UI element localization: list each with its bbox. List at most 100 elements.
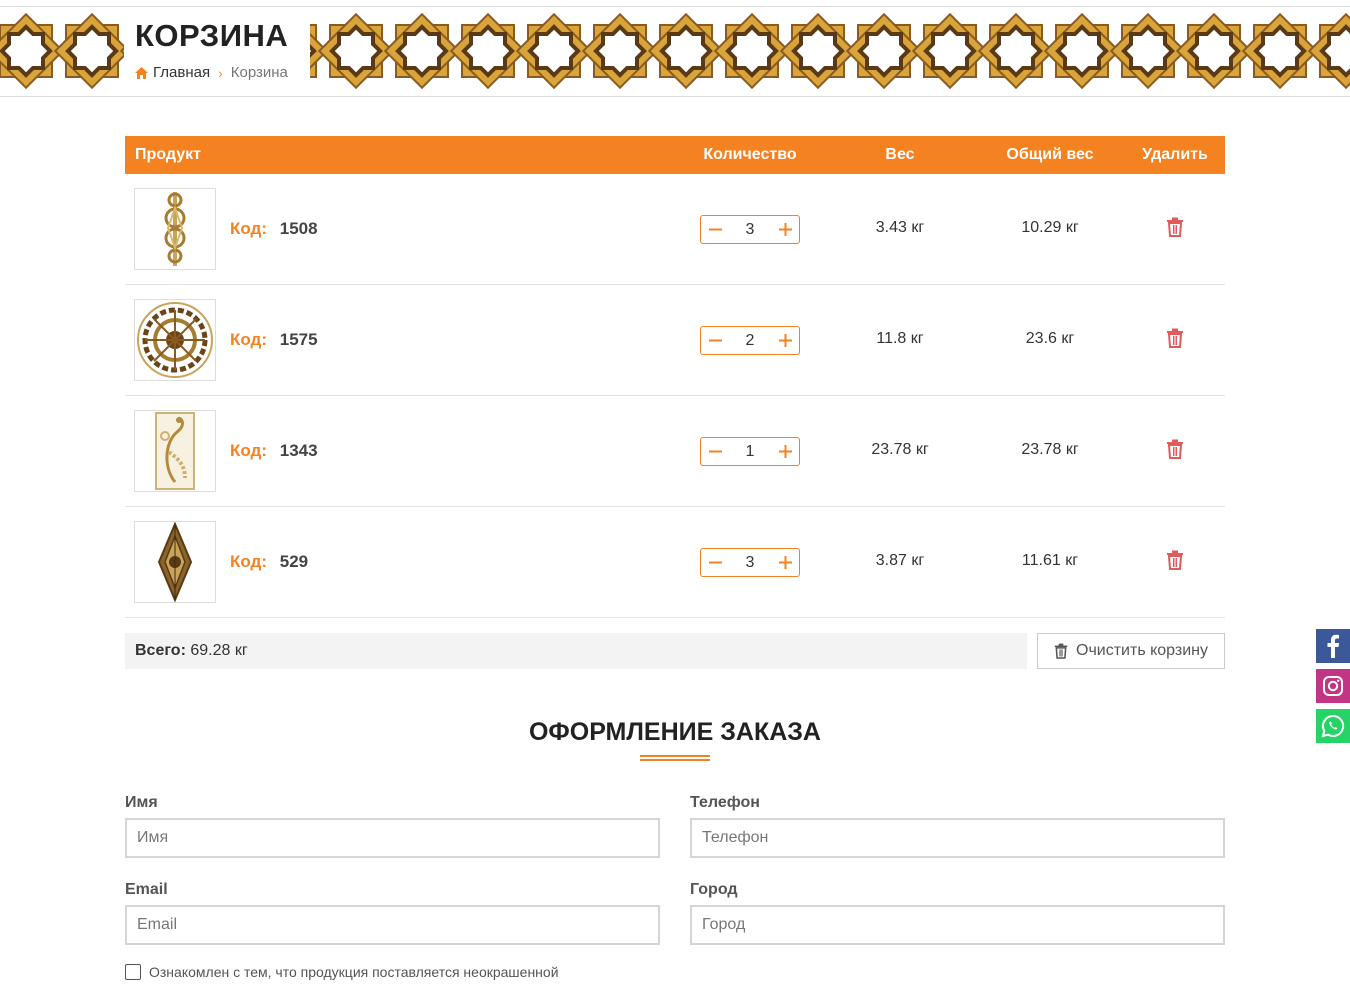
instagram-link[interactable]: [1316, 669, 1350, 703]
product-thumbnail[interactable]: [134, 299, 216, 381]
decrease-quantity-button[interactable]: [701, 549, 729, 576]
clear-cart-label: Очистить корзину: [1076, 642, 1208, 659]
cart-row: Код: 1343 1 23.78 кг 23.78 кг: [125, 396, 1225, 507]
plus-icon: [778, 445, 792, 458]
ornament-round-icon: [137, 302, 213, 378]
increase-quantity-button[interactable]: [771, 216, 799, 243]
facebook-link[interactable]: [1316, 629, 1350, 663]
trash-icon: [1167, 328, 1183, 348]
minus-icon: [708, 561, 722, 564]
instagram-icon: [1323, 676, 1343, 696]
item-total-weight: 23.78 кг: [1021, 441, 1079, 458]
delete-item-button[interactable]: [1166, 439, 1184, 459]
facebook-icon: [1327, 634, 1339, 658]
quantity-value[interactable]: 3: [729, 554, 771, 572]
cart-summary: Всего: 69.28 кг: [125, 633, 1027, 669]
clear-cart-button[interactable]: Очистить корзину: [1037, 633, 1225, 669]
code-label: Код:: [230, 330, 267, 349]
quantity-stepper: 3: [700, 215, 800, 244]
increase-quantity-button[interactable]: [771, 549, 799, 576]
email-field[interactable]: [125, 905, 660, 945]
city-field[interactable]: [690, 905, 1225, 945]
item-weight: 3.87 кг: [875, 552, 925, 569]
column-header-total-weight: Общий вес: [1006, 146, 1094, 163]
decrease-quantity-button[interactable]: [701, 438, 729, 465]
quantity-value[interactable]: 1: [729, 443, 771, 461]
plus-icon: [778, 334, 792, 347]
breadcrumb-current: Корзина: [230, 64, 288, 81]
trash-icon: [1167, 550, 1183, 570]
code-value: 1343: [279, 441, 318, 460]
whatsapp-icon: [1321, 714, 1345, 738]
code-value: 529: [279, 552, 309, 571]
phone-field[interactable]: [690, 818, 1225, 858]
whatsapp-link[interactable]: [1316, 709, 1350, 743]
breadcrumb-home-link[interactable]: Главная: [153, 64, 210, 81]
quantity-value[interactable]: 3: [729, 221, 771, 239]
summary-total-weight: 69.28 кг: [190, 642, 248, 659]
product-thumbnail[interactable]: [134, 188, 216, 270]
phone-label: Телефон: [690, 794, 760, 811]
trash-icon: [1167, 439, 1183, 459]
increase-quantity-button[interactable]: [771, 438, 799, 465]
email-label: Email: [125, 881, 168, 898]
column-header-weight: Вес: [885, 146, 915, 163]
delete-item-button[interactable]: [1166, 217, 1184, 237]
quantity-stepper: 1: [700, 437, 800, 466]
order-section-title: ОФОРМЛЕНИЕ ЗАКАЗА: [528, 718, 821, 746]
agreement-checkbox[interactable]: [125, 964, 141, 980]
cart-table: Продукт Количество Вес Общий вес Удалить…: [125, 136, 1225, 618]
minus-icon: [708, 339, 722, 342]
agreement-row: Ознакомлен с тем, что продукция поставля…: [125, 964, 559, 980]
column-header-quantity: Количество: [703, 146, 797, 163]
minus-icon: [708, 450, 722, 453]
product-thumbnail[interactable]: [134, 521, 216, 603]
name-field[interactable]: [125, 818, 660, 858]
quantity-value[interactable]: 2: [729, 332, 771, 350]
trash-icon: [1054, 643, 1068, 659]
quantity-stepper: 3: [700, 548, 800, 577]
product-code: Код: 1343: [230, 441, 318, 461]
code-value: 1508: [279, 219, 318, 238]
trash-icon: [1167, 217, 1183, 237]
breadcrumb: Главная › Корзина: [135, 64, 310, 81]
delete-item-button[interactable]: [1166, 328, 1184, 348]
delete-item-button[interactable]: [1166, 550, 1184, 570]
name-label: Имя: [125, 794, 158, 811]
minus-icon: [708, 228, 722, 231]
item-weight: 23.78 кг: [871, 441, 929, 458]
cart-table-header: Продукт Количество Вес Общий вес Удалить: [125, 136, 1225, 174]
city-label: Город: [690, 881, 738, 898]
item-weight: 11.8 кг: [876, 330, 924, 347]
header-banner: КОРЗИНА Главная › Корзина: [0, 6, 1350, 97]
home-icon: [135, 66, 148, 79]
plus-icon: [778, 223, 792, 236]
ornament-peacock-icon: [155, 412, 195, 490]
code-label: Код:: [230, 552, 267, 571]
code-label: Код:: [230, 219, 267, 238]
quantity-stepper: 2: [700, 326, 800, 355]
page-title: КОРЗИНА: [135, 18, 289, 53]
increase-quantity-button[interactable]: [771, 327, 799, 354]
product-thumbnail[interactable]: [134, 410, 216, 492]
cart-row: Код: 1575 2 11.8 кг 23.6 кг: [125, 285, 1225, 396]
item-total-weight: 23.6 кг: [1025, 330, 1075, 347]
item-total-weight: 11.61 кг: [1021, 552, 1079, 569]
code-value: 1575: [279, 330, 318, 349]
cart-row: Код: 1508 3 3.43 кг 10.29 кг: [125, 174, 1225, 285]
product-code: Код: 1508: [230, 219, 318, 239]
agreement-label: Ознакомлен с тем, что продукция поставля…: [149, 964, 559, 980]
product-code: Код: 1575: [230, 330, 318, 350]
plus-icon: [778, 556, 792, 569]
title-box: КОРЗИНА Главная › Корзина: [124, 7, 310, 96]
column-header-delete: Удалить: [1142, 146, 1208, 163]
decrease-quantity-button[interactable]: [701, 327, 729, 354]
code-label: Код:: [230, 441, 267, 460]
chevron-right-icon: ›: [218, 64, 223, 81]
summary-label: Всего:: [135, 642, 186, 659]
title-underline-decoration: [640, 755, 710, 761]
product-code: Код: 529: [230, 552, 308, 572]
ornament-diamond-icon: [157, 522, 193, 602]
decrease-quantity-button[interactable]: [701, 216, 729, 243]
item-total-weight: 10.29 кг: [1021, 219, 1079, 236]
